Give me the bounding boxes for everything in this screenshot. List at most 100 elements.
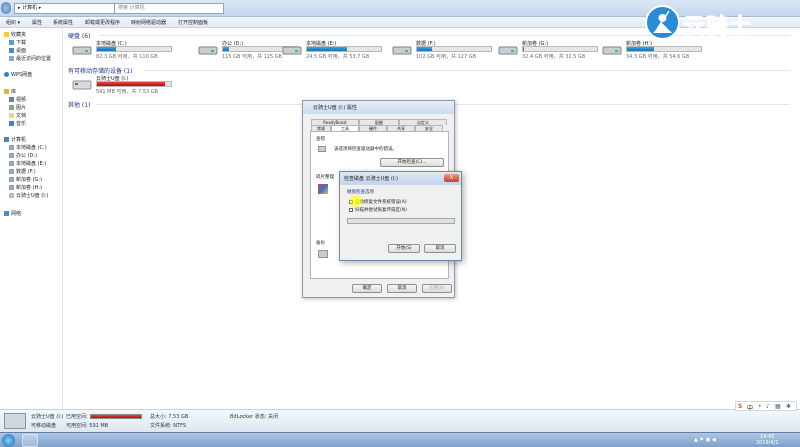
nav-computer[interactable]: 计算机 [4,136,26,143]
check-progress-bar [347,218,455,224]
ime-lang[interactable]: 中 [747,403,753,412]
nav-drive-i[interactable]: 云骑士U盘 (I:) [9,192,48,199]
menu-properties[interactable]: 属性 [32,19,42,26]
nav-label: 数据 (F:) [16,169,36,175]
details-pane: 云骑士U盘 (I:) 已用空间: 可移动磁盘 可用空间: 591 MB 总大小:… [0,409,800,432]
nav-drive-c[interactable]: 本地磁盘 (C:) [9,144,47,151]
drive-usb[interactable]: 云骑士U盘 (I:) 591 MB 可用，共 7.53 GB [72,75,172,97]
group-removable[interactable]: 有可移动存储的设备 (1) [68,66,132,75]
hard-drive-icon [282,43,302,56]
nav-downloads[interactable]: 下载 [9,39,26,46]
start-button-icon[interactable] [2,434,15,447]
usage-fill [417,47,432,51]
nav-pictures[interactable]: 图片 [9,104,26,111]
menu-map-drive[interactable]: 映射网络驱动器 [131,19,166,26]
keyboard-icon[interactable]: ▦ [775,403,781,410]
defrag-section-label: 碎片整理 [316,175,334,180]
option-scan-bad-sectors[interactable]: 扫描并尝试恢复坏扇区(N) [349,207,407,213]
nav-drive-h[interactable]: 新加卷 (H:) [9,184,42,191]
usage-fill [97,82,166,86]
back-icon[interactable] [1,2,11,14]
nav-label: 本地磁盘 (C:) [16,145,47,151]
defrag-icon [318,184,328,194]
menu-control-panel[interactable]: 打开控制面板 [178,19,208,26]
ime-toolbar[interactable]: S 中 • ♪ ▦ ✱ [735,401,797,412]
drive-tile[interactable]: 本地磁盘 (E:) 24.5 GB 可用，共 53.7 GB [282,40,382,62]
group-divider [145,70,790,71]
options-label: 磁盘检查选项 [347,190,374,195]
start-check-button[interactable]: 开始检查(C)... [380,158,444,167]
checkbox-icon[interactable] [349,208,353,212]
close-icon[interactable]: X [444,174,459,182]
nav-label: 最近访问的位置 [16,56,52,62]
start-button[interactable]: 开始(S) [388,244,420,253]
sogou-icon[interactable]: S [738,403,742,410]
nav-drive-f[interactable]: 数据 (F:) [9,168,36,175]
search-placeholder: 搜索 计算机 [118,5,145,11]
settings-icon[interactable]: ✱ [786,403,791,410]
search-input[interactable]: 搜索 计算机 [114,3,224,14]
usage-fill [307,47,347,51]
hard-drive-icon [498,43,518,56]
details-used-label: 已用空间: [66,414,88,420]
nav-wps[interactable]: WPS网盘 [4,71,32,78]
drive-tile[interactable]: 本地磁盘 (C:) 82.3 GB 可用，共 110 GB [72,40,172,62]
taskbar-explorer-icon[interactable] [22,434,38,447]
nav-label: 新加卷 (G:) [16,177,43,183]
drive-info: 591 MB 可用，共 7.53 GB [96,89,159,95]
group-hard-disks[interactable]: 硬盘 (6) [68,31,90,40]
nav-music[interactable]: 音乐 [9,120,26,127]
details-type: 可移动磁盘 [31,423,57,429]
star-icon [4,32,9,37]
drive-info: 102 GB 可用，共 127 GB [416,54,477,60]
cancel-check-button[interactable]: 取消 [424,244,456,253]
menu-uninstall[interactable]: 卸载或更改程序 [85,19,120,26]
cancel-button[interactable]: 取消 [387,284,417,293]
option-label: 扫描并尝试恢复坏扇区(N) [355,208,407,213]
details-name: 云骑士U盘 (I:) [31,414,64,420]
usage-fill [523,47,524,51]
drive-tile[interactable]: 数据 (F:) 102 GB 可用，共 127 GB [392,40,492,62]
taskbar: ▲ ⚑ ▣ ◀ 14:45 2019/4/1 [0,432,800,447]
ime-punct-icon[interactable]: • [758,403,762,410]
nav-label: 新加卷 (H:) [16,185,42,191]
drive-icon [9,161,14,166]
nav-drive-d[interactable]: 办公 (D:) [9,152,37,159]
backup-section-label: 备份 [316,241,325,246]
nav-label: 桌面 [16,48,27,54]
nav-label: 库 [11,89,17,95]
nav-label: 本地磁盘 (E:) [16,161,47,167]
usage-fill [97,47,116,51]
drive-icon [9,153,14,158]
nav-label: 收藏夹 [11,32,27,38]
group-other[interactable]: 其他 (1) [68,100,90,109]
menu-organize[interactable]: 组织 ▾ [6,19,20,26]
apply-button[interactable]: 应用(A) [422,284,452,293]
nav-desktop[interactable]: 桌面 [9,47,26,54]
mic-icon[interactable]: ♪ [766,403,770,410]
menu-system-properties[interactable]: 系统属性 [53,19,73,26]
check-section-label: 查错 [316,137,325,142]
usage-bar [96,46,172,52]
usage-bar [96,81,172,87]
drive-tile[interactable]: 新加卷 (G:) 32.4 GB 可用，共 32.5 GB [498,40,598,62]
ok-button[interactable]: 确定 [352,284,382,293]
check-disk-dialog: 检查磁盘 云骑士U盘 (I:) X 磁盘检查选项 自动修复文件系统错误(A) 扫… [339,171,462,261]
nav-favorites[interactable]: 收藏夹 [4,31,26,38]
usage-fill [627,47,655,51]
nav-videos[interactable]: 视频 [9,96,26,103]
nav-documents[interactable]: 文档 [9,112,26,119]
nav-libraries[interactable]: 库 [4,88,16,95]
nav-label: 云骑士U盘 (I:) [16,193,49,199]
nav-label: 网络 [11,211,22,217]
nav-drive-e[interactable]: 本地磁盘 (E:) [9,160,46,167]
usage-fill [223,47,229,51]
tray-icons[interactable]: ▲ ⚑ ▣ ◀ [694,437,716,443]
nav-recent[interactable]: 最近访问的位置 [9,55,51,62]
clock-date[interactable]: 2019/4/1 [756,440,778,446]
usb-drive-icon [9,193,14,198]
nav-network[interactable]: 网络 [4,210,21,217]
nav-drive-g[interactable]: 新加卷 (G:) [9,176,42,183]
details-bitlocker: BitLocker 状态: 关闭 [230,414,278,420]
drive-tile[interactable]: 新加卷 (H:) 34.3 GB 可用，共 54.6 GB [602,40,702,62]
